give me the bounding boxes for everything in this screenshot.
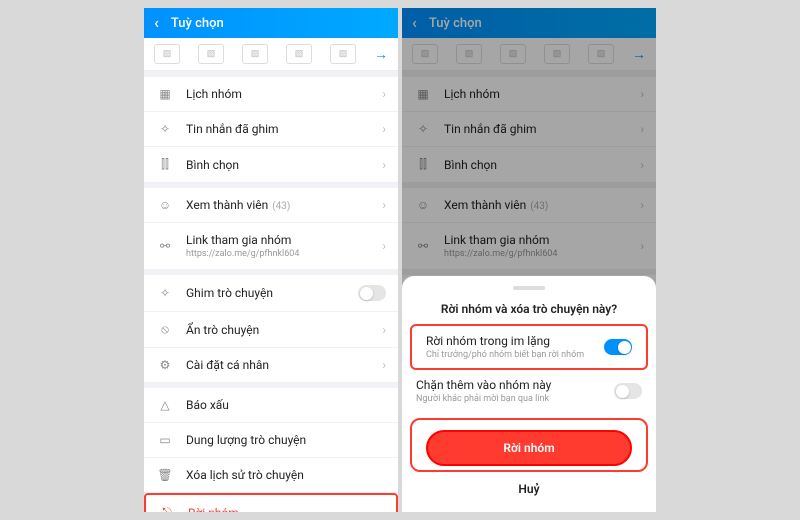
chevron-right-icon: › bbox=[382, 122, 386, 136]
cancel-button[interactable]: Huỷ bbox=[402, 474, 656, 504]
poll-icon: ⫿⫿ bbox=[156, 157, 174, 172]
chevron-right-icon: › bbox=[382, 87, 386, 101]
leave-sheet: Rời nhóm và xóa trò chuyện này? Rời nhóm… bbox=[402, 276, 656, 512]
row-personal[interactable]: ⚙ Cài đặt cá nhân › bbox=[144, 348, 398, 382]
arrow-right-icon[interactable]: → bbox=[374, 46, 388, 63]
storage-icon: ▭ bbox=[156, 433, 174, 447]
sheet-title: Rời nhóm và xóa trò chuyện này? bbox=[402, 298, 656, 324]
row-label: Xem thành viên(43) bbox=[186, 198, 382, 212]
pin-icon: ✧ bbox=[156, 122, 174, 136]
opt-label: Chặn thêm vào nhóm này bbox=[416, 378, 614, 392]
row-pin-chat[interactable]: ✧ Ghim trò chuyện bbox=[144, 275, 398, 312]
members-count: (43) bbox=[272, 201, 290, 212]
leave-icon: ⎋ bbox=[158, 505, 176, 512]
row-label: Link tham gia nhóm bbox=[186, 233, 382, 247]
leave-button[interactable]: Rời nhóm bbox=[426, 430, 632, 466]
chevron-right-icon: › bbox=[382, 158, 386, 172]
row-label: Cài đặt cá nhân bbox=[186, 358, 382, 372]
chevron-right-icon: › bbox=[382, 239, 386, 253]
leave-button-highlight: Rời nhóm bbox=[410, 418, 648, 472]
row-hide-chat[interactable]: ⦸ Ẩn trò chuyện › bbox=[144, 312, 398, 348]
members-icon: ☺ bbox=[156, 198, 174, 212]
link-icon: ⚯ bbox=[156, 239, 174, 253]
section-members: ☺ Xem thành viên(43) › ⚯ Link tham gia n… bbox=[144, 188, 398, 269]
row-label: Xóa lịch sử trò chuyện bbox=[186, 468, 386, 482]
row-pinned[interactable]: ✧ Tin nhắn đã ghim › bbox=[144, 112, 398, 147]
row-members[interactable]: ☺ Xem thành viên(43) › bbox=[144, 188, 398, 223]
header-title: Tuỳ chọn bbox=[171, 16, 224, 31]
opt-desc: Chỉ trưởng/phó nhóm biết bạn rời nhóm bbox=[426, 350, 604, 360]
phone-left: ‹ Tuỳ chọn ▧ ▧ ▧ ▧ ▧ → ▦ Lịch nhóm › ✧ T… bbox=[144, 8, 398, 512]
row-leave-group[interactable]: ⎋ Rời nhóm bbox=[144, 493, 398, 512]
row-label: Lịch nhóm bbox=[186, 87, 382, 101]
row-label: Báo xấu bbox=[186, 398, 386, 412]
row-storage[interactable]: ▭ Dung lượng trò chuyện bbox=[144, 423, 398, 458]
chevron-right-icon: › bbox=[382, 323, 386, 337]
report-icon: △ bbox=[156, 398, 174, 412]
toggle-leave-silently[interactable] bbox=[604, 339, 632, 355]
sheet-grabber[interactable] bbox=[513, 286, 545, 290]
row-sub: https://zalo.me/g/pfhnkl604 bbox=[186, 249, 382, 259]
header: ‹ Tuỳ chọn bbox=[144, 8, 398, 38]
media-thumb[interactable]: ▧ bbox=[286, 44, 312, 64]
row-label: Bình chọn bbox=[186, 158, 382, 172]
media-thumb[interactable]: ▧ bbox=[198, 44, 224, 64]
media-thumbs: ▧ ▧ ▧ ▧ ▧ → bbox=[144, 38, 398, 71]
row-report[interactable]: △ Báo xấu bbox=[144, 388, 398, 423]
row-label: Rời nhóm bbox=[188, 506, 384, 513]
chevron-right-icon: › bbox=[382, 198, 386, 212]
toggle-block-readd[interactable] bbox=[614, 383, 642, 399]
phone-right: ‹ Tuỳ chọn ▧ ▧ ▧ ▧ ▧ → ▦ Lịch nhóm › ✧ T… bbox=[402, 8, 656, 512]
section-info: ▦ Lịch nhóm › ✧ Tin nhắn đã ghim › ⫿⫿ Bì… bbox=[144, 77, 398, 182]
row-clear-history[interactable]: 🗑 Xóa lịch sử trò chuyện bbox=[144, 458, 398, 493]
section-danger: △ Báo xấu ▭ Dung lượng trò chuyện 🗑 Xóa … bbox=[144, 388, 398, 512]
opt-desc: Người khác phải mời bạn qua link bbox=[416, 394, 614, 404]
chevron-right-icon: › bbox=[382, 358, 386, 372]
opt-label: Rời nhóm trong im lặng bbox=[426, 334, 604, 348]
row-label: Dung lượng trò chuyện bbox=[186, 433, 386, 447]
row-label: Ẩn trò chuyện bbox=[186, 323, 382, 337]
calendar-icon: ▦ bbox=[156, 87, 174, 101]
row-calendar[interactable]: ▦ Lịch nhóm › bbox=[144, 77, 398, 112]
back-icon[interactable]: ‹ bbox=[154, 15, 159, 31]
toggle-pin-chat[interactable] bbox=[358, 285, 386, 301]
opt-leave-silently[interactable]: Rời nhóm trong im lặng Chỉ trưởng/phó nh… bbox=[410, 324, 648, 370]
media-thumb[interactable]: ▧ bbox=[242, 44, 268, 64]
gear-icon: ⚙ bbox=[156, 358, 174, 372]
section-settings: ✧ Ghim trò chuyện ⦸ Ẩn trò chuyện › ⚙ Cà… bbox=[144, 275, 398, 382]
media-thumb[interactable]: ▧ bbox=[154, 44, 180, 64]
row-label: Ghim trò chuyện bbox=[186, 286, 358, 300]
row-poll[interactable]: ⫿⫿ Bình chọn › bbox=[144, 147, 398, 182]
trash-icon: 🗑 bbox=[156, 468, 174, 482]
row-label: Tin nhắn đã ghim bbox=[186, 122, 382, 136]
eye-off-icon: ⦸ bbox=[156, 322, 174, 337]
pin-chat-icon: ✧ bbox=[156, 286, 174, 300]
opt-block-readd[interactable]: Chặn thêm vào nhóm này Người khác phải m… bbox=[402, 370, 656, 412]
row-link[interactable]: ⚯ Link tham gia nhóm https://zalo.me/g/p… bbox=[144, 223, 398, 269]
media-thumb[interactable]: ▧ bbox=[330, 44, 356, 64]
